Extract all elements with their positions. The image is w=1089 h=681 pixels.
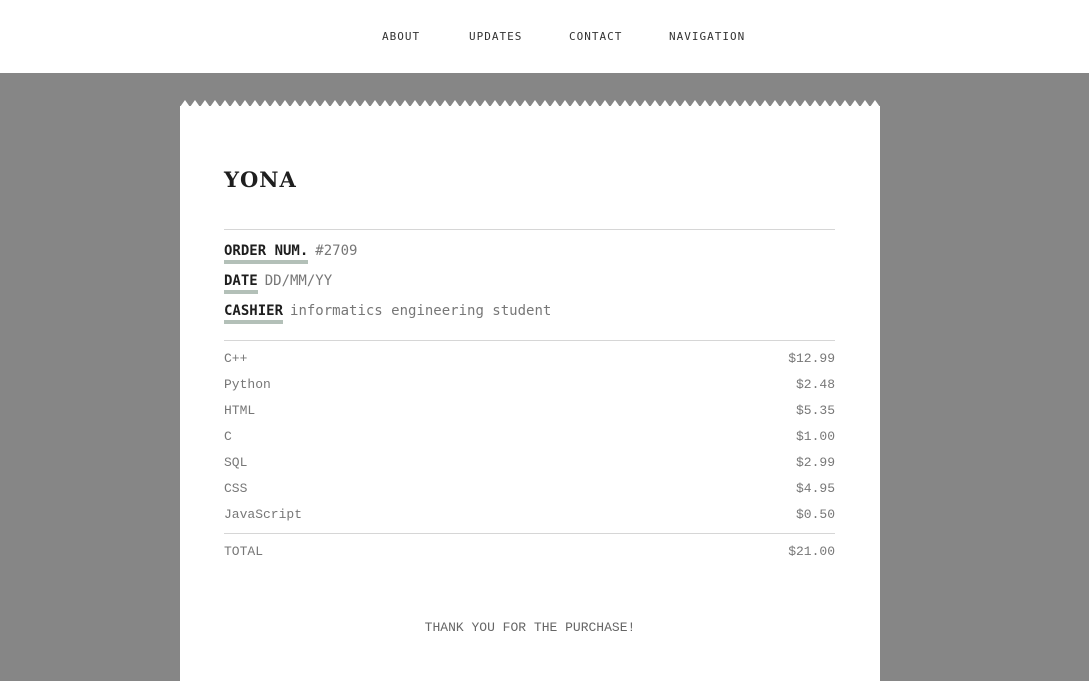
nav-link-updates[interactable]: UPDATES xyxy=(469,30,522,43)
line-item: C $1.00 xyxy=(224,429,835,445)
nav-link-about[interactable]: ABOUT xyxy=(382,30,420,43)
divider xyxy=(224,533,835,534)
total-row: TOTAL $21.00 xyxy=(224,544,835,560)
cashier-value: informatics engineering student xyxy=(290,303,552,319)
cashier-label: CASHIER xyxy=(224,303,284,324)
receipt: YONA ORDER NUM. #2709 DATE DD/MM/YY CASHIE… xyxy=(180,106,880,681)
divider xyxy=(224,340,835,341)
date-label: DATE xyxy=(224,273,258,294)
line-item-name: C xyxy=(224,429,232,444)
order-number-row: ORDER NUM. #2709 xyxy=(224,243,357,265)
line-item-price: $4.95 xyxy=(795,481,835,496)
line-item: C++ $12.99 xyxy=(224,351,835,367)
line-item-price: $12.99 xyxy=(788,351,835,366)
total-value: $21.00 xyxy=(788,544,835,559)
receipt-title: YONA xyxy=(224,167,297,192)
divider xyxy=(224,229,835,230)
line-item-price: $0.50 xyxy=(795,507,835,522)
line-item: Python $2.48 xyxy=(224,377,835,393)
line-item-name: SQL xyxy=(224,455,248,470)
line-item-name: HTML xyxy=(224,403,256,418)
line-item-name: CSS xyxy=(224,481,248,496)
order-number-label: ORDER NUM. xyxy=(224,243,309,264)
line-item-price: $2.48 xyxy=(795,377,835,392)
line-item-price: $1.00 xyxy=(795,429,835,444)
date-value: DD/MM/YY xyxy=(264,273,333,289)
total-label: TOTAL xyxy=(224,544,264,559)
order-number-value: #2709 xyxy=(315,243,358,259)
line-item: JavaScript $0.50 xyxy=(224,507,835,523)
line-item: HTML $5.35 xyxy=(224,403,835,419)
line-item: SQL $2.99 xyxy=(224,455,835,471)
cashier-row: CASHIER informatics engineering student xyxy=(224,303,551,325)
line-item-name: JavaScript xyxy=(224,507,303,522)
thank-you-message: THANK YOU FOR THE PURCHASE! xyxy=(424,620,636,635)
line-item: CSS $4.95 xyxy=(224,481,835,497)
line-item-price: $2.99 xyxy=(795,455,835,470)
line-item-price: $5.35 xyxy=(795,403,835,418)
line-item-name: C++ xyxy=(224,351,248,366)
top-navigation-bar: ABOUT UPDATES CONTACT NAVIGATION xyxy=(0,0,1089,73)
nav-link-navigation[interactable]: NAVIGATION xyxy=(669,30,745,43)
date-row: DATE DD/MM/YY xyxy=(224,273,332,295)
nav-link-contact[interactable]: CONTACT xyxy=(569,30,622,43)
line-item-name: Python xyxy=(224,377,271,392)
